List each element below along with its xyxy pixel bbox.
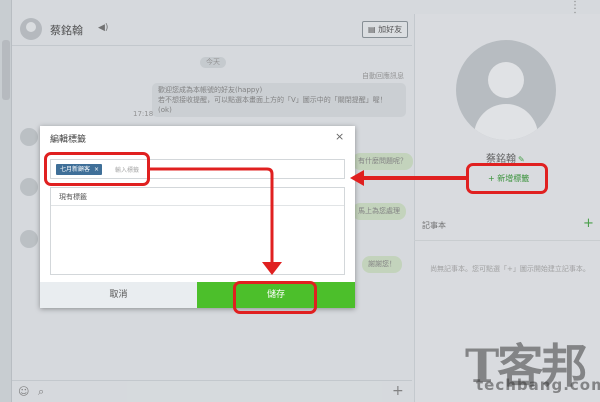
highlight-tag-chip xyxy=(44,152,150,186)
highlight-add-tag xyxy=(466,163,548,194)
arrow-head-down xyxy=(262,262,282,275)
watermark-url: techbang.com xyxy=(476,376,600,394)
arrow-head-left xyxy=(350,170,364,186)
highlight-save-button xyxy=(233,281,317,314)
arrow-to-save xyxy=(150,167,274,262)
